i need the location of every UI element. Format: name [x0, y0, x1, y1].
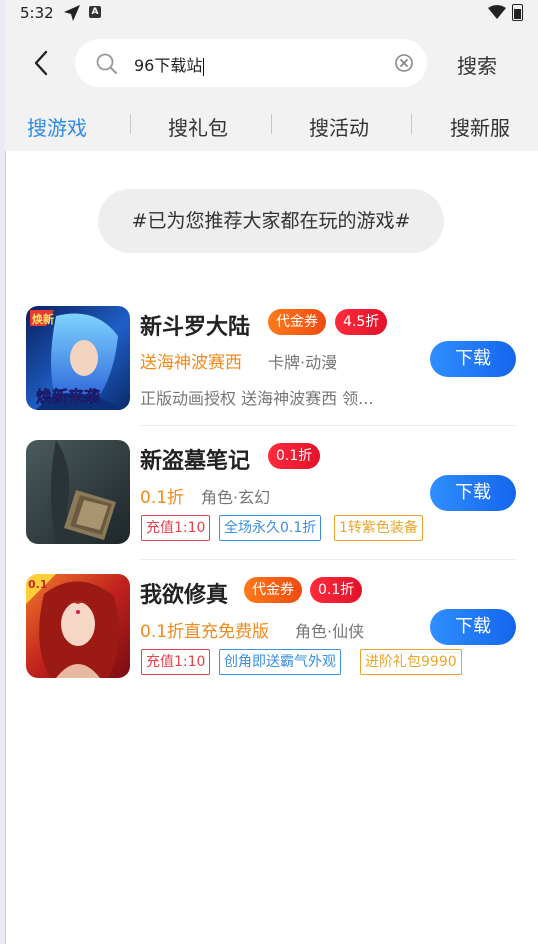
- game-tag: 进阶礼包9990: [360, 649, 462, 675]
- game-category: 角色·玄幻: [201, 488, 271, 507]
- search-icon: [96, 53, 117, 74]
- discount-badge: 0.1折: [268, 443, 321, 469]
- battery-icon: [512, 4, 523, 21]
- tab-games[interactable]: 搜游戏: [27, 112, 87, 141]
- tab-divider: [130, 114, 131, 134]
- status-bar: 5:32 A: [5, 0, 538, 26]
- game-tag: 充值1:10: [141, 515, 211, 541]
- voucher-badge: 代金券: [244, 577, 302, 603]
- game-highlight: 0.1折: [140, 488, 185, 508]
- game-category: 角色·仙侠: [295, 622, 365, 641]
- game-tag: 充值1:10: [141, 649, 211, 675]
- game-item[interactable]: 新盗墓笔记 0.1折 0.1折 角色·玄幻 充值1:10 全场永久0.1折 1转…: [5, 440, 538, 574]
- tab-gift-packs[interactable]: 搜礼包: [168, 112, 228, 141]
- download-button[interactable]: 下载: [430, 475, 516, 511]
- download-button[interactable]: 下载: [430, 609, 516, 645]
- game-highlight: 0.1折直充免费版: [140, 622, 270, 642]
- game-description: 正版动画授权 送海神波赛西 领...: [140, 389, 374, 408]
- tab-new-servers[interactable]: 搜新服: [450, 112, 510, 141]
- game-title[interactable]: 新盗墓笔记: [140, 443, 250, 475]
- game-item[interactable]: 焕新 焕新来袭 新斗罗大陆 代金券 4.5折 送海神波赛西 卡牌·动漫 正版动画…: [5, 306, 538, 440]
- search-box[interactable]: 96下载站: [75, 39, 427, 87]
- tab-divider: [411, 114, 412, 134]
- discount-badge: 4.5折: [335, 309, 388, 335]
- game-item[interactable]: 0.1 我欲修真 代金券 0.1折 0.1折直充免费版 角色·仙侠 充值1:10…: [5, 574, 538, 708]
- game-icon: 焕新 焕新来袭: [26, 306, 130, 410]
- game-icon: [26, 440, 130, 544]
- row-divider: [140, 559, 516, 560]
- app-screen: 5:32 A 96下载站 搜索 搜游戏 搜礼包 搜活动 搜新服 #已为您推荐大家…: [5, 0, 538, 944]
- voucher-badge: 代金券: [268, 309, 326, 335]
- game-category: 卡牌·动漫: [268, 353, 338, 372]
- wifi-icon: [488, 5, 506, 19]
- location-arrow-icon: [64, 5, 80, 21]
- game-title[interactable]: 我欲修真: [140, 577, 228, 609]
- row-divider: [140, 425, 516, 426]
- game-tag: 全场永久0.1折: [219, 515, 322, 541]
- recommendation-banner: #已为您推荐大家都在玩的游戏#: [98, 189, 444, 253]
- download-button[interactable]: 下载: [430, 341, 516, 377]
- game-icon-corner-text: 焕新: [32, 312, 54, 326]
- game-highlight: 送海神波赛西: [140, 353, 242, 373]
- back-arrow-icon[interactable]: [27, 48, 57, 78]
- search-button[interactable]: 搜索: [457, 50, 497, 79]
- header: 5:32 A 96下载站 搜索 搜游戏 搜礼包 搜活动 搜新服: [5, 0, 538, 151]
- game-tag: 创角即送霸气外观: [219, 649, 341, 675]
- search-input[interactable]: 96下载站: [134, 52, 204, 76]
- tab-events[interactable]: 搜活动: [309, 112, 369, 141]
- tab-divider: [271, 114, 272, 134]
- game-icon: 0.1: [26, 574, 130, 678]
- discount-badge: 0.1折: [310, 577, 363, 603]
- status-time: 5:32: [20, 4, 54, 22]
- search-category-tabs: 搜游戏 搜礼包 搜活动 搜新服: [5, 108, 538, 144]
- notification-a-icon: A: [89, 6, 101, 18]
- game-icon-corner-text: 0.1: [28, 578, 48, 591]
- clear-input-icon[interactable]: [395, 54, 413, 72]
- game-title[interactable]: 新斗罗大陆: [140, 309, 250, 341]
- game-icon-caption: 焕新来袭: [36, 387, 101, 406]
- game-tag: 1转紫色装备: [334, 515, 423, 541]
